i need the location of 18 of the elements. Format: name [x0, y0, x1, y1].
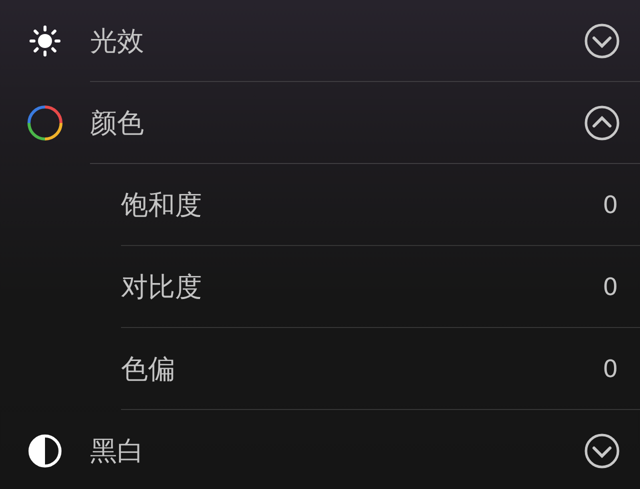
contrast-icon — [28, 434, 62, 468]
section-title: 光效 — [90, 25, 145, 59]
section-toggle[interactable] — [584, 105, 620, 141]
color-ring-icon — [27, 105, 63, 141]
setting-label: 对比度 — [121, 270, 203, 304]
setting-value: 0 — [602, 190, 618, 218]
chevron-icon — [584, 23, 620, 59]
section-toggle[interactable] — [584, 433, 620, 469]
setting-label: 饱和度 — [121, 188, 203, 222]
section-title: 颜色 — [90, 107, 145, 141]
setting-value: 0 — [602, 272, 618, 300]
sun-icon — [28, 24, 62, 58]
section-toggle[interactable] — [584, 23, 620, 59]
section-title: 黑白 — [90, 435, 145, 469]
setting-value: 0 — [602, 354, 618, 382]
setting-label: 色偏 — [121, 352, 176, 386]
chevron-icon — [584, 105, 620, 141]
chevron-icon — [584, 433, 620, 469]
